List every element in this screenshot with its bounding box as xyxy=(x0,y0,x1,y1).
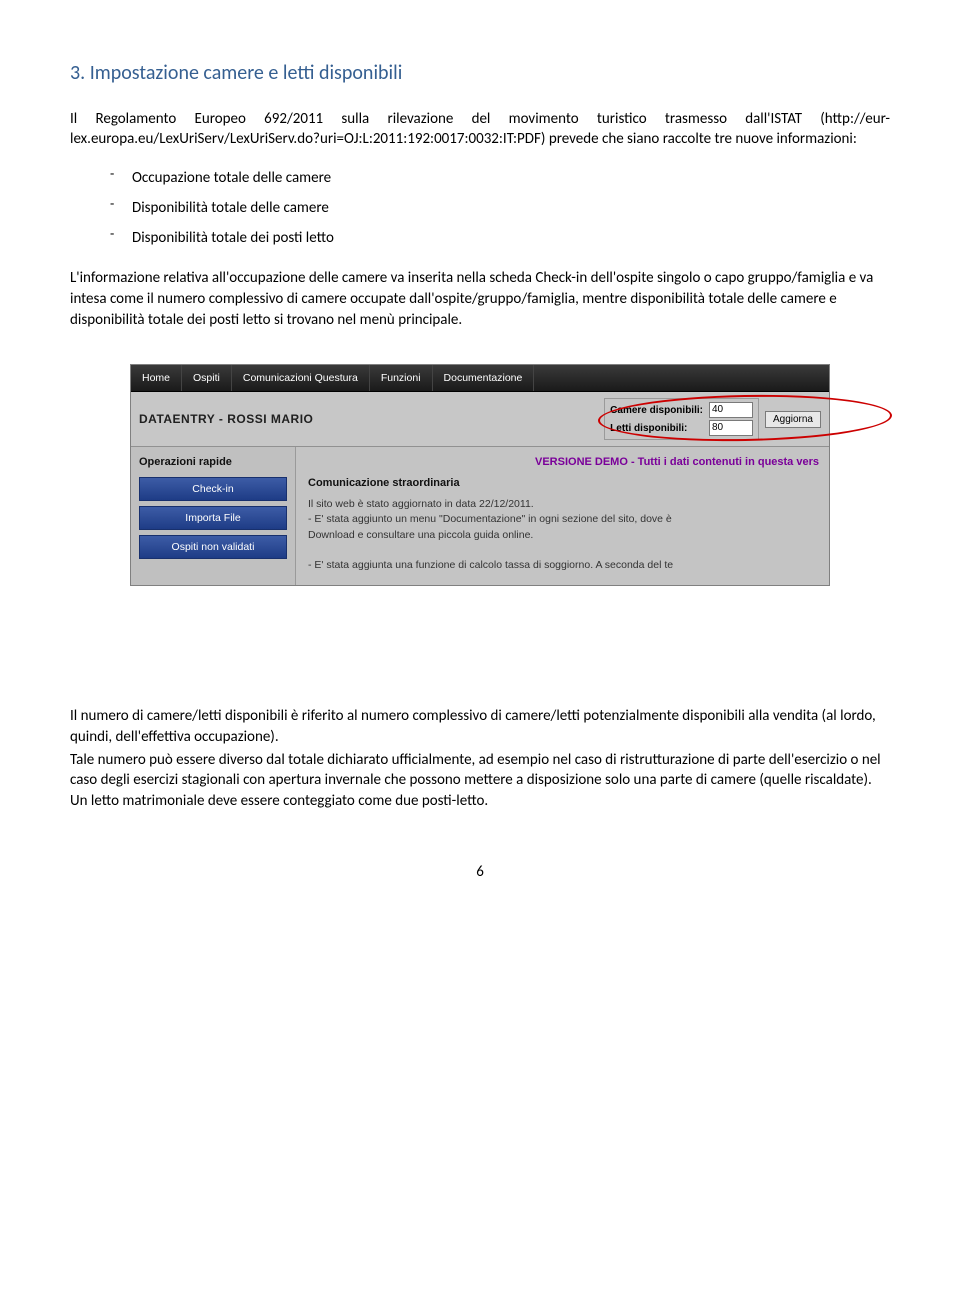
aggiorna-button[interactable]: Aggiorna xyxy=(765,411,821,428)
toolbar: DATAENTRY - ROSSI MARIO Camere disponibi… xyxy=(131,392,829,447)
letti-input[interactable]: 80 xyxy=(709,420,753,436)
ospiti-non-validati-button[interactable]: Ospiti non validati xyxy=(139,535,287,559)
communication-title: Comunicazione straordinaria xyxy=(308,476,819,491)
menu-home[interactable]: Home xyxy=(131,365,182,391)
intro-paragraph: Il Regolamento Europeo 692/2011 sulla ri… xyxy=(70,109,890,150)
page-title: DATAENTRY - ROSSI MARIO xyxy=(139,411,313,427)
comm-line: Download e consultare una piccola guida … xyxy=(308,528,819,543)
letti-label: Letti disponibili: xyxy=(610,422,703,436)
comm-line: - E' stata aggiunto un menu "Documentazi… xyxy=(308,512,819,527)
section-heading: 3. Impostazione camere e letti disponibi… xyxy=(70,60,890,87)
communication-text: Il sito web è stato aggiornato in data 2… xyxy=(308,497,819,573)
body-paragraph-2: Il numero di camere/letti disponibili è … xyxy=(70,706,890,747)
list-item: Disponibilità totale delle camere xyxy=(110,198,890,218)
bullet-list: Occupazione totale delle camere Disponib… xyxy=(110,168,890,249)
importa-file-button[interactable]: Importa File xyxy=(139,506,287,530)
list-item: Occupazione totale delle camere xyxy=(110,168,890,188)
availability-box: Camere disponibili: 40 Letti disponibili… xyxy=(604,398,821,440)
body-paragraph-1: L'informazione relativa all'occupazione … xyxy=(70,268,890,330)
page-number: 6 xyxy=(70,862,890,882)
body-paragraph-3: Tale numero può essere diverso dal total… xyxy=(70,750,890,812)
app-screenshot: Home Ospiti Comunicazioni Questura Funzi… xyxy=(130,364,830,586)
camere-label: Camere disponibili: xyxy=(610,404,703,418)
comm-line: - E' stata aggiunta una funzione di calc… xyxy=(308,558,819,573)
comm-line: Il sito web è stato aggiornato in data 2… xyxy=(308,497,819,512)
content-area: VERSIONE DEMO - Tutti i dati contenuti i… xyxy=(296,447,829,585)
menu-documentazione[interactable]: Documentazione xyxy=(433,365,535,391)
menu-bar: Home Ospiti Comunicazioni Questura Funzi… xyxy=(131,365,829,392)
version-banner: VERSIONE DEMO - Tutti i dati contenuti i… xyxy=(308,455,819,470)
menu-ospiti[interactable]: Ospiti xyxy=(182,365,232,391)
sidebar: Operazioni rapide Check-in Importa File … xyxy=(131,447,296,585)
list-item: Disponibilità totale dei posti letto xyxy=(110,228,890,248)
menu-funzioni[interactable]: Funzioni xyxy=(370,365,433,391)
checkin-button[interactable]: Check-in xyxy=(139,477,287,501)
sidebar-title: Operazioni rapide xyxy=(139,455,287,470)
menu-comunicazioni[interactable]: Comunicazioni Questura xyxy=(232,365,370,391)
camere-input[interactable]: 40 xyxy=(709,402,753,418)
